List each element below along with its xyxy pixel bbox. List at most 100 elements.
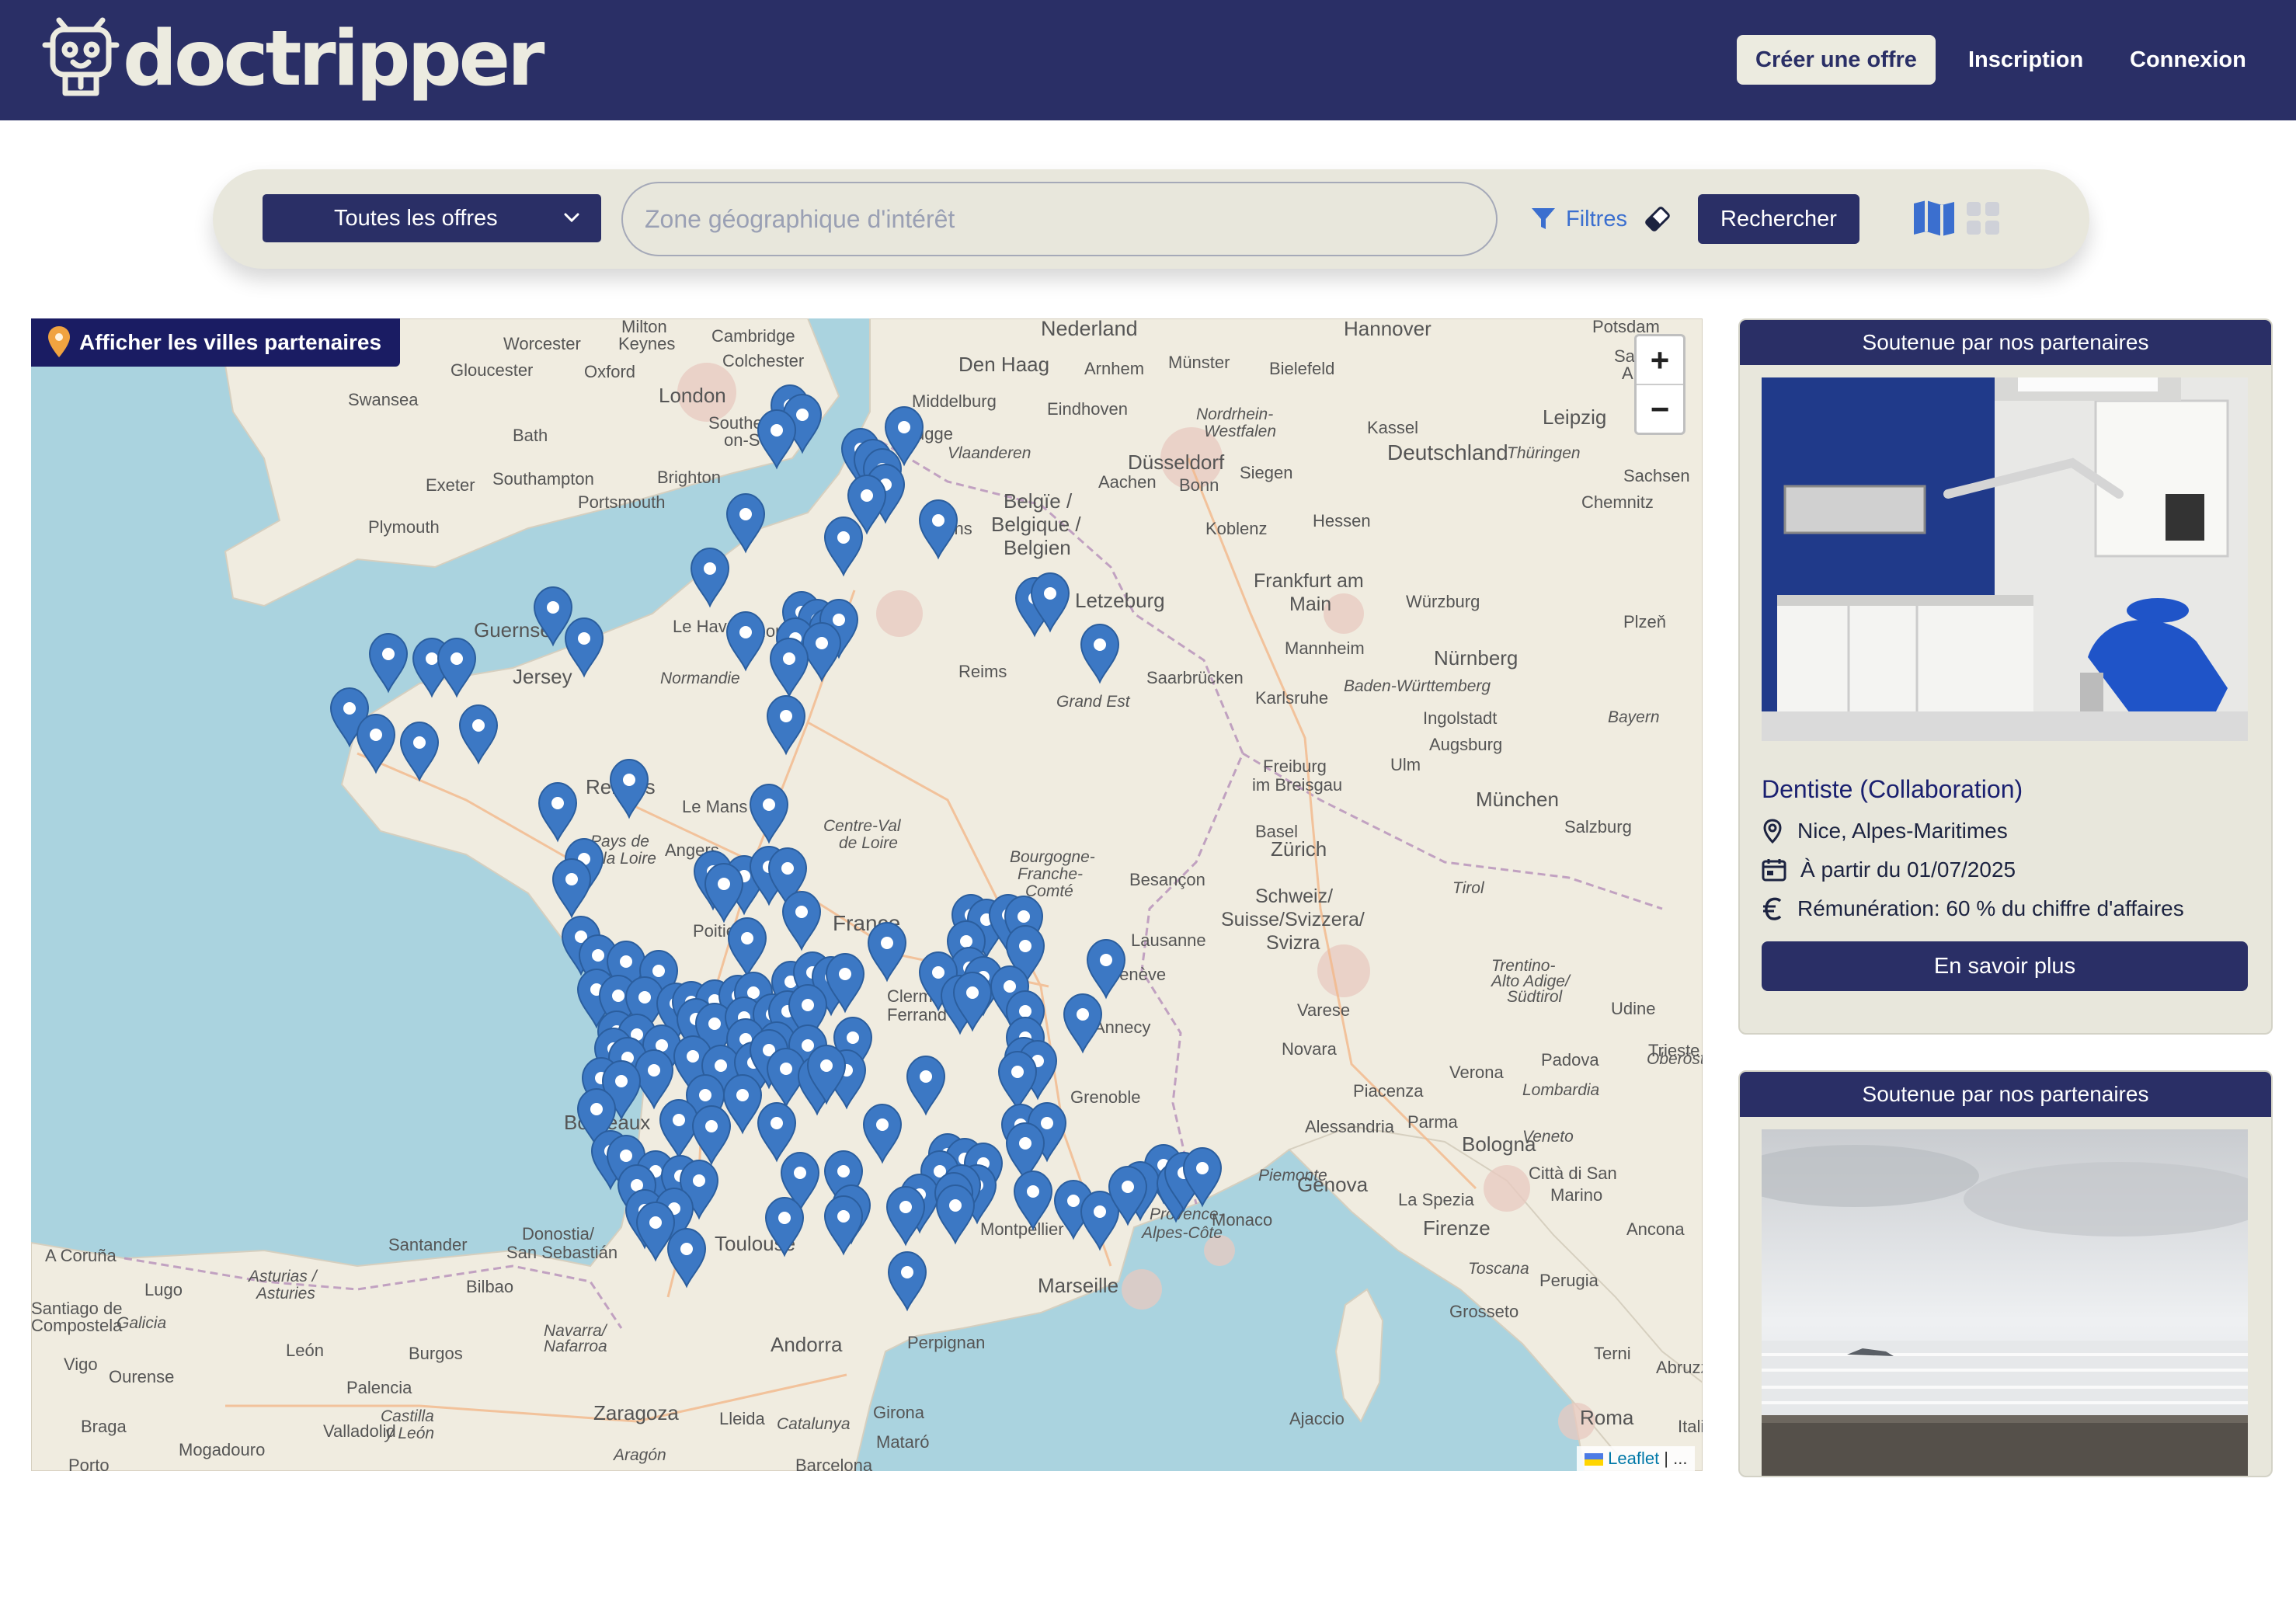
svg-text:Catalunya: Catalunya <box>777 1415 851 1433</box>
svg-text:Vlaanderen: Vlaanderen <box>948 444 1031 462</box>
svg-text:Westfalen: Westfalen <box>1204 423 1276 440</box>
svg-text:Grosseto: Grosseto <box>1449 1302 1518 1321</box>
svg-text:Vigo: Vigo <box>64 1355 98 1374</box>
svg-text:Ulm: Ulm <box>1390 755 1421 774</box>
offer-type-selected-value: Toutes les offres <box>334 206 498 231</box>
svg-text:Arnhem: Arnhem <box>1084 359 1144 378</box>
eraser-icon[interactable] <box>1642 203 1673 235</box>
svg-text:Verona: Verona <box>1449 1063 1504 1082</box>
svg-text:Lugo: Lugo <box>144 1280 183 1299</box>
svg-text:Galicia: Galicia <box>117 1314 166 1332</box>
svg-text:Parma: Parma <box>1407 1112 1459 1132</box>
svg-text:Aragón: Aragón <box>612 1446 666 1464</box>
map-view-icon[interactable] <box>1912 199 1956 238</box>
learn-more-button[interactable]: En savoir plus <box>1762 941 2248 991</box>
top-navbar: doctripper Créer une offre Inscription C… <box>0 0 2296 120</box>
svg-text:Zaragoza: Zaragoza <box>593 1401 679 1424</box>
svg-text:Belgien: Belgien <box>1004 536 1071 559</box>
attribution-rest: | ... <box>1659 1449 1688 1468</box>
svg-text:de Loire: de Loire <box>839 834 898 852</box>
svg-text:Andorra: Andorra <box>771 1333 843 1356</box>
leaflet-link[interactable]: Leaflet <box>1608 1449 1659 1468</box>
svg-text:Braga: Braga <box>81 1417 127 1436</box>
doctor-robot-icon <box>42 17 120 96</box>
show-partner-cities-button[interactable]: Afficher les villes partenaires <box>31 318 401 367</box>
svg-text:Perpignan: Perpignan <box>907 1333 985 1352</box>
svg-text:Marino: Marino <box>1550 1185 1602 1205</box>
search-button[interactable]: Rechercher <box>1698 194 1859 244</box>
svg-text:Girona: Girona <box>873 1403 925 1422</box>
svg-text:Normandie: Normandie <box>660 670 740 687</box>
zoom-out-button[interactable]: − <box>1637 385 1683 433</box>
offer-title[interactable]: Dentiste (Collaboration) <box>1762 775 2023 804</box>
svg-text:Hannover: Hannover <box>1344 318 1432 340</box>
svg-text:Monaco: Monaco <box>1212 1210 1272 1230</box>
svg-text:Donostia/: Donostia/ <box>522 1224 595 1244</box>
svg-text:León: León <box>286 1341 324 1360</box>
sponsored-card-header: Soutenue par nos partenaires <box>1740 1072 2271 1117</box>
svg-text:Cambridge: Cambridge <box>711 326 795 346</box>
svg-text:Lombardia: Lombardia <box>1522 1081 1599 1099</box>
offer-location: Nice, Alpes-Maritimes <box>1762 816 2008 847</box>
offer-marker[interactable] <box>368 632 409 694</box>
sponsored-offer-card[interactable]: Soutenue par nos partenaires <box>1738 1070 2273 1477</box>
svg-text:Augsburg: Augsburg <box>1429 735 1502 754</box>
offer-start-text: À partir du 01/07/2025 <box>1800 857 2016 882</box>
svg-text:Comté: Comté <box>1025 882 1073 900</box>
logo-text: doctripper <box>123 15 544 103</box>
svg-text:Ingolstadt: Ingolstadt <box>1423 708 1497 728</box>
svg-text:Ourense: Ourense <box>109 1367 174 1386</box>
dental-office-photo[interactable] <box>1762 377 2248 741</box>
filter-icon <box>1532 208 1555 229</box>
svg-text:San Sebastián: San Sebastián <box>506 1243 617 1262</box>
offers-map[interactable]: Normandie Vlaanderen Nordrhein- Westfalen… <box>31 318 1703 1471</box>
sponsored-offer-card[interactable]: Soutenue par nos partenaires Dentiste (C… <box>1738 318 2273 1035</box>
svg-text:Palencia: Palencia <box>346 1378 412 1397</box>
create-offer-button[interactable]: Créer une offre <box>1737 35 1936 85</box>
svg-text:Swansea: Swansea <box>348 390 419 409</box>
svg-text:Worcester: Worcester <box>503 334 581 353</box>
zone-search-input[interactable] <box>621 182 1498 256</box>
svg-text:La Spezia: La Spezia <box>1398 1190 1475 1209</box>
svg-text:Keynes: Keynes <box>618 334 675 353</box>
svg-text:Svizra: Svizra <box>1266 932 1320 954</box>
svg-text:Würzburg: Würzburg <box>1406 592 1480 611</box>
svg-text:Thüringen: Thüringen <box>1507 444 1581 462</box>
svg-text:Colchester: Colchester <box>722 351 804 370</box>
login-link[interactable]: Connexion <box>2130 35 2246 85</box>
svg-text:Nordrhein-: Nordrhein- <box>1196 405 1273 423</box>
svg-text:Asturies: Asturies <box>255 1285 315 1303</box>
search-bar: Toutes les offres Filtres Rechercher <box>213 169 2089 269</box>
svg-text:A Coruña: A Coruña <box>45 1246 117 1265</box>
svg-text:Alessandria: Alessandria <box>1305 1117 1395 1136</box>
svg-text:Nederland: Nederland <box>1041 318 1138 340</box>
svg-text:Hessen: Hessen <box>1313 511 1371 530</box>
svg-text:Padova: Padova <box>1541 1050 1599 1070</box>
svg-text:Grand Est: Grand Est <box>1056 693 1131 711</box>
offer-type-select[interactable]: Toutes les offres <box>263 194 601 242</box>
svg-text:Le Mans: Le Mans <box>682 797 747 816</box>
svg-text:Bourgogne-: Bourgogne- <box>1010 848 1095 866</box>
register-link[interactable]: Inscription <box>1968 35 2083 85</box>
svg-text:London: London <box>659 384 726 407</box>
svg-text:Barcelona: Barcelona <box>795 1456 873 1471</box>
svg-text:Piacenza: Piacenza <box>1353 1081 1424 1101</box>
filters-button[interactable]: Filtres <box>1530 200 1627 238</box>
svg-text:Mogadouro: Mogadouro <box>179 1440 265 1459</box>
svg-text:Valladolid: Valladolid <box>323 1421 396 1441</box>
offer-pay: Rémunération: 60 % du chiffre d'affaires <box>1762 893 2184 924</box>
seaside-photo[interactable] <box>1762 1129 2248 1476</box>
svg-text:Trieste: Trieste <box>1648 1041 1699 1060</box>
zoom-in-button[interactable]: + <box>1637 336 1683 385</box>
svg-text:Middelburg: Middelburg <box>912 391 997 411</box>
svg-text:Montpellier: Montpellier <box>980 1219 1064 1239</box>
svg-text:Jersey: Jersey <box>513 665 572 688</box>
svg-text:Firenze: Firenze <box>1423 1216 1491 1240</box>
svg-text:Grenoble: Grenoble <box>1070 1087 1141 1107</box>
grid-view-icon[interactable] <box>1965 200 2001 236</box>
svg-text:Franche-: Franche- <box>1018 865 1083 883</box>
svg-text:Asturias /: Asturias / <box>247 1268 318 1285</box>
map-tiles[interactable]: Normandie Vlaanderen Nordrhein-Westfalen… <box>31 318 1703 1471</box>
svg-text:Tirol: Tirol <box>1452 879 1485 897</box>
logo[interactable]: doctripper <box>42 15 544 103</box>
